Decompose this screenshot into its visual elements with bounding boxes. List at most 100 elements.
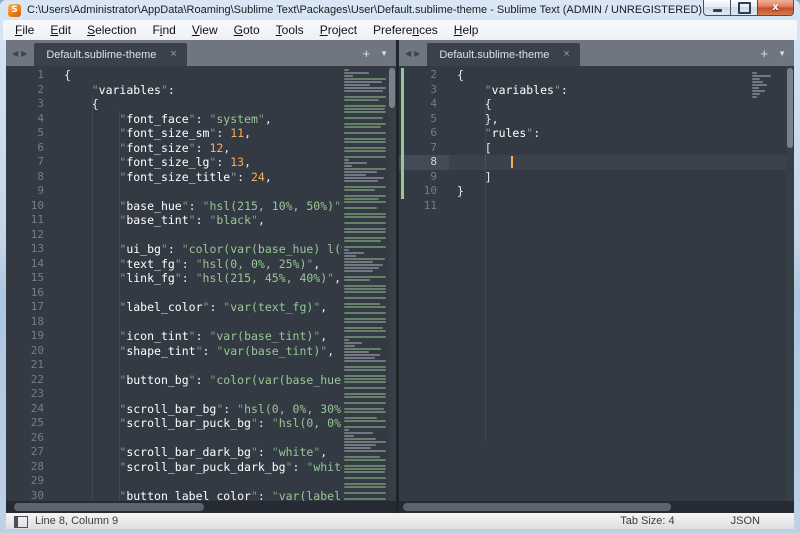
code-line[interactable]: "scroll_bar_puck_dark_bg": "white", xyxy=(56,460,342,475)
code-line[interactable]: "variables": xyxy=(56,83,342,98)
code-line[interactable] xyxy=(449,155,786,170)
syntax-indicator[interactable]: JSON xyxy=(731,515,760,527)
minimap-line xyxy=(344,159,349,161)
tab-next-icon[interactable]: ▶ xyxy=(21,49,27,58)
menu-selection[interactable]: Selection xyxy=(79,21,144,39)
minimap[interactable] xyxy=(342,66,388,501)
code-line[interactable]: "base_hue": "hsl(215, 10%, 50%)", xyxy=(56,199,342,214)
code-line[interactable] xyxy=(56,286,342,301)
code-line[interactable]: "button_bg": "color(var(base_hue) l(96%)… xyxy=(56,373,342,388)
code-line[interactable]: "variables": xyxy=(449,83,786,98)
editor-left[interactable]: 1234567891011121314151617181920212223242… xyxy=(6,66,396,501)
scrollbar-thumb[interactable] xyxy=(403,503,671,511)
code-line[interactable]: { xyxy=(56,97,342,112)
line-number: 7 xyxy=(6,155,56,170)
code-line[interactable]: "link_fg": "hsl(215, 45%, 40%)", xyxy=(56,271,342,286)
vertical-scrollbar[interactable] xyxy=(388,66,396,501)
code-line[interactable]: "font_face": "system", xyxy=(56,112,342,127)
code-line[interactable]: ] xyxy=(449,170,786,185)
menu-find[interactable]: Find xyxy=(144,21,183,39)
code-line[interactable]: "base_tint": "black", xyxy=(56,213,342,228)
code-line[interactable]: "icon_tint": "var(base_tint)", xyxy=(56,329,342,344)
line-number: 27 xyxy=(6,445,56,460)
code-line[interactable]: { xyxy=(449,68,786,83)
modified-marker xyxy=(401,170,404,185)
code-line[interactable]: "ui_bg": "color(var(base_hue) l(93%))", xyxy=(56,242,342,257)
code-line[interactable] xyxy=(56,184,342,199)
code-line[interactable] xyxy=(56,358,342,373)
minimap-line xyxy=(344,279,370,281)
tab-overflow-icon[interactable]: ▼ xyxy=(380,49,388,58)
scrollbar-thumb[interactable] xyxy=(389,68,395,108)
code-line[interactable]: [ xyxy=(449,141,786,156)
menu-goto[interactable]: Goto xyxy=(226,21,268,39)
tab-prev-icon[interactable]: ◀ xyxy=(12,49,18,58)
code-line[interactable]: }, xyxy=(449,112,786,127)
new-tab-icon[interactable]: + xyxy=(362,47,370,60)
code-line[interactable]: "rules": xyxy=(449,126,786,141)
code-line[interactable]: { xyxy=(56,68,342,83)
minimap-line xyxy=(344,99,379,101)
sublime-text-window: S C:\Users\Administrator\AppData\Roaming… xyxy=(0,0,800,533)
minimap-line xyxy=(344,261,373,263)
minimap-line xyxy=(344,450,386,452)
code-line[interactable]: "scroll_bar_dark_bg": "white", xyxy=(56,445,342,460)
code-line[interactable] xyxy=(56,228,342,243)
code-line[interactable] xyxy=(449,199,786,214)
minimap-line xyxy=(344,303,380,305)
maximize-button[interactable] xyxy=(730,0,758,16)
code-line[interactable]: "button_label_color": "var(label_color)"… xyxy=(56,489,342,502)
sidebar-toggle-icon[interactable] xyxy=(14,516,27,527)
code-line[interactable]: "label_color": "var(text_fg)", xyxy=(56,300,342,315)
new-tab-icon[interactable]: + xyxy=(760,47,768,60)
tab-size-indicator[interactable]: Tab Size: 4 xyxy=(620,515,674,527)
menu-project[interactable]: Project xyxy=(312,21,365,39)
code-line[interactable] xyxy=(56,387,342,402)
menu-file[interactable]: File xyxy=(7,21,42,39)
code-line[interactable]: "shape_tint": "var(base_tint)", xyxy=(56,344,342,359)
horizontal-scrollbar[interactable] xyxy=(399,501,794,513)
vertical-scrollbar[interactable] xyxy=(786,66,794,501)
code-line[interactable] xyxy=(56,474,342,489)
menu-help[interactable]: Help xyxy=(446,21,487,39)
tab-default-sublime-theme[interactable]: Default.sublime-theme × xyxy=(427,43,580,66)
close-button[interactable]: x xyxy=(758,0,794,16)
code-line[interactable]: "font_size_sm": 11, xyxy=(56,126,342,141)
minimap-line xyxy=(752,90,765,92)
code-line[interactable]: "font_size": 12, xyxy=(56,141,342,156)
tab-prev-icon[interactable]: ◀ xyxy=(405,49,411,58)
minimap-line xyxy=(344,252,364,254)
code-line[interactable]: "text_fg": "hsl(0, 0%, 25%)", xyxy=(56,257,342,272)
scrollbar-thumb[interactable] xyxy=(14,503,204,511)
code-line[interactable] xyxy=(56,431,342,446)
code-line[interactable]: "font_size_title": 24, xyxy=(56,170,342,185)
code-line[interactable]: "font_size_lg": 13, xyxy=(56,155,342,170)
code-line[interactable] xyxy=(56,315,342,330)
menu-view[interactable]: View xyxy=(184,21,226,39)
code-line[interactable]: } xyxy=(449,184,786,199)
code-area[interactable]: { "variables": { "font_face": "system", … xyxy=(56,66,342,501)
line-number: 6 xyxy=(6,141,56,156)
tab-overflow-icon[interactable]: ▼ xyxy=(778,49,786,58)
code-line[interactable]: { xyxy=(449,97,786,112)
code-line[interactable]: "scroll_bar_puck_bg": "hsl(0, 0%, 30%)", xyxy=(56,416,342,431)
scrollbar-thumb[interactable] xyxy=(787,68,793,148)
code-area[interactable]: { "variables": { }, "rules": [ ]} xyxy=(449,66,786,501)
minimap-line xyxy=(344,339,349,341)
minimap-line xyxy=(344,216,386,218)
menu-tools[interactable]: Tools xyxy=(268,21,312,39)
code-line[interactable]: "scroll_bar_bg": "hsl(0, 0%, 30%)", xyxy=(56,402,342,417)
tab-next-icon[interactable]: ▶ xyxy=(414,49,420,58)
minimap[interactable] xyxy=(750,69,784,102)
menu-preferences[interactable]: Preferences xyxy=(365,21,446,39)
line-number: 2 xyxy=(399,68,449,83)
gutter: 1234567891011121314151617181920212223242… xyxy=(6,66,56,501)
editor-right[interactable]: 234567891011 { "variables": { }, "rules"… xyxy=(399,66,794,501)
minimize-button[interactable] xyxy=(703,0,730,16)
menu-edit[interactable]: Edit xyxy=(42,21,79,39)
tab-close-icon[interactable]: × xyxy=(563,49,569,60)
minimap-line xyxy=(344,96,386,98)
horizontal-scrollbar[interactable] xyxy=(6,501,396,513)
tab-default-sublime-theme[interactable]: Default.sublime-theme × xyxy=(34,43,187,66)
tab-close-icon[interactable]: × xyxy=(170,49,176,60)
